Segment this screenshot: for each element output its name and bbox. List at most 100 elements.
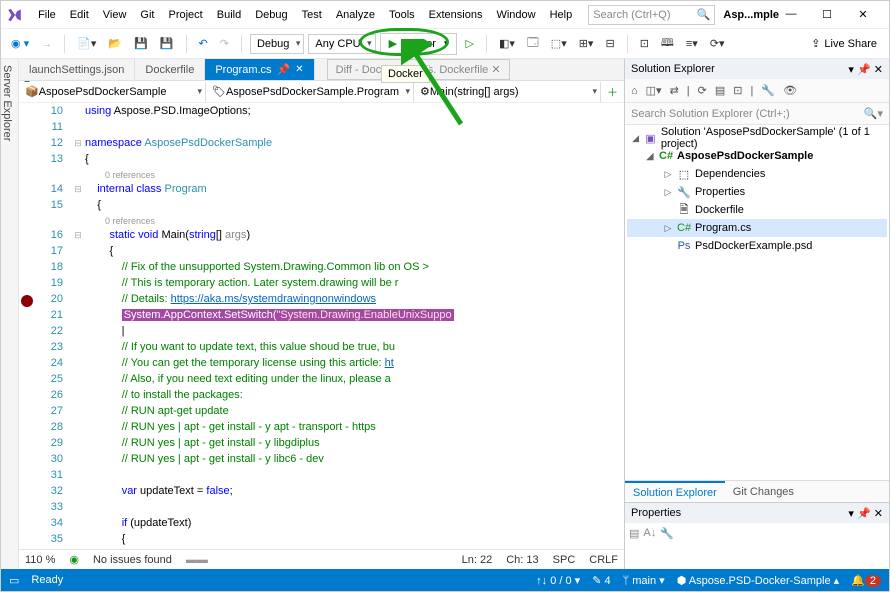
close-tab-icon[interactable]: ✕ [295, 64, 303, 75]
tb-icon-1[interactable]: ◧▾ [495, 35, 519, 52]
member-scope-combo[interactable]: ⚙ Main(string[] args) [414, 82, 601, 102]
save-all-icon[interactable]: 💾 [156, 35, 178, 52]
tb-icon-4[interactable]: ⊞▾ [575, 35, 598, 52]
solution-node[interactable]: ◢▣Solution 'AsposePsdDockerSample' (1 of… [627, 129, 887, 147]
git-changes-tab[interactable]: Git Changes [725, 481, 802, 502]
scroll-thumb: ▬▬ [186, 554, 208, 566]
wrench-icon[interactable]: 🔧 [660, 527, 674, 565]
new-project-icon[interactable]: 📄▾ [73, 35, 100, 52]
tb-icon-2[interactable]: 🗔 [523, 32, 543, 55]
add-icon[interactable]: ＋ [601, 84, 624, 100]
platform-combo[interactable]: Any CPU [308, 34, 375, 54]
tb-icon-5[interactable]: ⊟ [601, 35, 618, 52]
properties-icon[interactable]: 🔧 [759, 82, 777, 99]
global-search[interactable]: Search (Ctrl+Q) 🔍 [588, 5, 715, 25]
eol-indicator[interactable]: CRLF [589, 554, 618, 566]
start-without-debug-icon[interactable]: ▷ [461, 35, 477, 52]
menu-git[interactable]: Git [134, 5, 160, 25]
close-tab-icon[interactable]: ✕ [491, 63, 500, 76]
notifications-button[interactable]: 🔔2 [851, 574, 881, 587]
tb-icon-8[interactable]: ≡▾ [682, 35, 702, 52]
project-scope-combo[interactable]: 📦 AsposePsdDockerSample [19, 82, 206, 102]
solution-toolbar: ⌂ ◫▾ ⇄| ⟳ ▤ ⊡| 🔧 👁 [625, 79, 889, 103]
dropdown-icon[interactable]: ▾ [848, 508, 854, 520]
app-title: Asp...mple [723, 9, 779, 21]
menu-file[interactable]: File [32, 5, 62, 25]
show-all-icon[interactable]: ⊡ [731, 82, 744, 99]
dropdown-icon[interactable]: ▾ [848, 64, 854, 76]
solution-tree[interactable]: ◢▣Solution 'AsposePsdDockerSample' (1 of… [625, 125, 889, 480]
tb-icon-9[interactable]: ⟳▾ [706, 35, 729, 52]
live-share[interactable]: ⇪ Live Share [811, 37, 883, 50]
config-combo[interactable]: Debug [250, 34, 304, 54]
minimize-button[interactable]: — [779, 8, 803, 21]
menu-analyze[interactable]: Analyze [330, 5, 381, 25]
pin-icon[interactable]: 📌 [277, 63, 291, 76]
psd-node[interactable]: PsPsdDockerExample.psd [627, 237, 887, 255]
menu-debug[interactable]: Debug [249, 5, 293, 25]
solution-explorer-tab[interactable]: Solution Explorer [625, 481, 725, 502]
menu-build[interactable]: Build [211, 5, 247, 25]
menu-extensions[interactable]: Extensions [423, 5, 489, 25]
preview-icon[interactable]: 👁 [781, 82, 799, 99]
redo-icon[interactable]: ↷ [216, 35, 233, 52]
menu-test[interactable]: Test [296, 5, 328, 25]
pin-icon[interactable]: 📌 [857, 64, 871, 76]
menu-tools[interactable]: Tools [383, 5, 421, 25]
tb-icon-6[interactable]: ⊡ [636, 35, 653, 52]
menu-window[interactable]: Window [490, 5, 541, 25]
sync-icon[interactable]: ⇄ [668, 82, 681, 99]
menu-edit[interactable]: Edit [64, 5, 95, 25]
collapse-icon[interactable]: ▤ [713, 82, 727, 99]
save-icon[interactable]: 💾 [130, 35, 152, 52]
output-icon[interactable]: ▭ [9, 574, 19, 587]
char-indicator: Ch: 13 [506, 554, 538, 566]
program-cs-node[interactable]: ▷C#Program.cs [627, 219, 887, 237]
dockerfile-node[interactable]: 🗎Dockerfile [627, 201, 887, 219]
tab-dockerfile[interactable]: Dockerfile [135, 59, 205, 80]
errors-indicator[interactable]: ↑↓ 0 / 0 ▾ [536, 574, 580, 587]
tab-launchsettings[interactable]: launchSettings.json [19, 59, 135, 80]
fold-column: ⊟⊟⊟ [71, 103, 85, 549]
psd-icon: Ps [677, 240, 691, 252]
alpha-icon[interactable]: A↓ [643, 527, 656, 565]
close-button[interactable]: ✕ [851, 8, 875, 21]
back-button[interactable]: ◉ ▾ [7, 35, 33, 52]
selection-indicator[interactable]: ✎ 4 [592, 574, 610, 587]
code-lines[interactable]: using Aspose.PSD.ImageOptions;namespace … [85, 103, 624, 549]
undo-icon[interactable]: ↶ [195, 35, 212, 52]
menu-help[interactable]: Help [544, 5, 579, 25]
refresh-icon[interactable]: ⟳ [696, 82, 709, 99]
server-explorer-tab[interactable]: Server Explorer [1, 65, 13, 569]
editor-status-bar: 110 % ◉ No issues found ▬▬ Ln: 22 Ch: 13… [19, 549, 624, 569]
maximize-button[interactable]: ☐ [815, 8, 839, 21]
pin-icon[interactable]: 📌 [857, 508, 871, 520]
forward-button[interactable]: → [37, 36, 56, 52]
close-panel-icon[interactable]: ✕ [874, 64, 883, 76]
play-icon: ▶ [389, 37, 397, 50]
issues-label[interactable]: No issues found [93, 554, 172, 566]
vs-logo-icon [7, 6, 22, 24]
open-icon[interactable]: 📂 [104, 35, 126, 52]
class-scope-combo[interactable]: 🏷 AsposePsdDockerSample.Program [206, 82, 414, 102]
dependencies-node[interactable]: ▷⬚Dependencies [627, 165, 887, 183]
breakpoint-icon[interactable] [21, 295, 33, 307]
menu-project[interactable]: Project [162, 5, 208, 25]
issues-ok-icon: ◉ [69, 553, 79, 566]
views-icon[interactable]: ◫▾ [644, 82, 664, 99]
properties-node[interactable]: ▷🔧Properties [627, 183, 887, 201]
indent-indicator[interactable]: SPC [553, 554, 576, 566]
branch-indicator[interactable]: ᛘ main ▾ [623, 574, 665, 587]
run-target-button[interactable]: ▶ Docker [380, 33, 458, 55]
solution-search[interactable]: Search Solution Explorer (Ctrl+;)🔍▾ [625, 103, 889, 125]
code-editor[interactable]: 1011121314151617181920212223242526272829… [19, 103, 624, 549]
tb-icon-3[interactable]: ⬚▾ [547, 35, 571, 52]
tb-icon-7[interactable]: 🕮 [657, 32, 678, 55]
menu-view[interactable]: View [97, 5, 133, 25]
tab-program-cs[interactable]: Program.cs📌✕ [205, 59, 314, 80]
categorized-icon[interactable]: ▤ [629, 527, 639, 565]
home-icon[interactable]: ⌂ [629, 83, 640, 99]
close-panel-icon[interactable]: ✕ [874, 508, 883, 520]
zoom-level[interactable]: 110 % [25, 554, 55, 566]
repo-indicator[interactable]: ⬢ Aspose.PSD-Docker-Sample ▴ [677, 574, 839, 587]
